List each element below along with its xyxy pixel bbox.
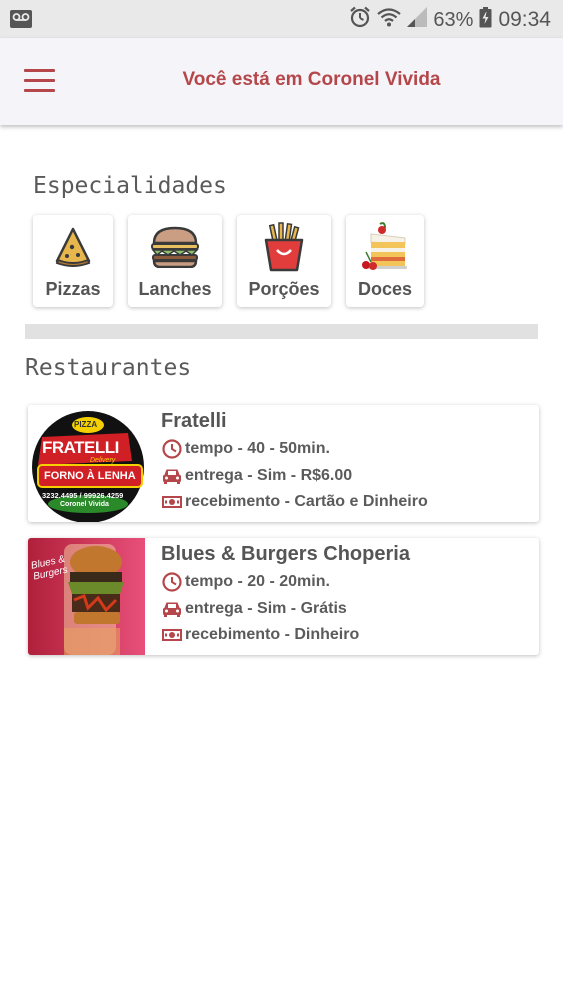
restaurant-delivery: entrega - Sim - Grátis [161, 598, 347, 620]
restaurant-card-fratelli[interactable]: PIZZA FRATELLI Delivery FORNO À LENHA 32… [28, 405, 539, 522]
specialty-label: Pizzas [45, 279, 101, 299]
specialty-porcoes[interactable]: Porções [237, 215, 331, 307]
car-icon [163, 469, 181, 484]
restaurant-photo: Blues & Burgers [28, 538, 145, 655]
specialties-heading: Especialidades [33, 173, 227, 199]
payment-text: recebimento - Cartão e Dinheiro [185, 493, 428, 510]
voicemail-icon [10, 10, 32, 33]
specialty-pizzas[interactable]: Pizzas [33, 215, 113, 307]
page-title: Você está em Coronel Vivida [182, 69, 441, 90]
app-bar: Você está em Coronel Vivida [0, 38, 563, 125]
battery-icon [479, 6, 492, 34]
logo-banner-text: FORNO À LENHA [44, 470, 136, 482]
restaurant-name: Fratelli [161, 410, 227, 432]
wifi-icon [377, 7, 402, 33]
clock-icon [162, 439, 182, 459]
money-icon [162, 496, 182, 508]
payment-text: recebimento - Dinheiro [185, 626, 360, 643]
clock-icon [162, 572, 182, 592]
restaurant-delivery: entrega - Sim - R$6.00 [161, 465, 352, 487]
restaurant-payment: recebimento - Dinheiro [161, 624, 359, 646]
logo-pizza-text: PIZZA [74, 420, 98, 429]
fries-icon [263, 221, 305, 273]
cake-icon [361, 221, 409, 273]
delivery-text: entrega - Sim - Grátis [185, 600, 347, 617]
restaurant-time: tempo - 20 - 20min. [161, 571, 330, 593]
restaurant-logo: PIZZA FRATELLI Delivery FORNO À LENHA 32… [28, 405, 145, 522]
logo-brand-text: FRATELLI [42, 438, 119, 457]
specialty-lanches[interactable]: Lanches [128, 215, 222, 307]
logo-delivery-text: Delivery [90, 457, 116, 464]
alarm-icon [349, 6, 371, 34]
delivery-text: entrega - Sim - R$6.00 [185, 467, 353, 484]
status-bar: 63% 09:34 [0, 0, 563, 38]
burger-icon [150, 221, 200, 273]
restaurant-payment: recebimento - Cartão e Dinheiro [161, 491, 428, 513]
restaurant-time: tempo - 40 - 50min. [161, 438, 330, 460]
specialty-label: Doces [357, 279, 413, 299]
car-icon [163, 602, 181, 617]
specialty-doces[interactable]: Doces [346, 215, 424, 307]
logo-phones-text: 3232.4495 / 99926.4259 [42, 491, 124, 500]
specialty-label: Porções [248, 279, 320, 299]
specialties-list: Pizzas Lanches Porções Doces [33, 215, 424, 307]
restaurants-heading: Restaurantes [25, 355, 192, 381]
signal-icon [407, 7, 428, 33]
battery-level: 63% [433, 8, 474, 31]
specialty-label: Lanches [138, 279, 212, 299]
restaurant-name: Blues & Burgers Choperia [161, 543, 410, 565]
pizza-slice-icon [55, 221, 91, 273]
section-divider [25, 324, 538, 339]
time-text: tempo - 40 - 50min. [185, 440, 330, 457]
money-icon [162, 629, 182, 641]
time-text: tempo - 20 - 20min. [185, 573, 330, 590]
logo-city-text: Coronel Vivida [60, 501, 109, 508]
restaurant-card-blues-burgers[interactable]: Blues & Burgers Blues & Burgers Choperia… [28, 538, 539, 655]
clock-time: 09:34 [498, 8, 551, 31]
